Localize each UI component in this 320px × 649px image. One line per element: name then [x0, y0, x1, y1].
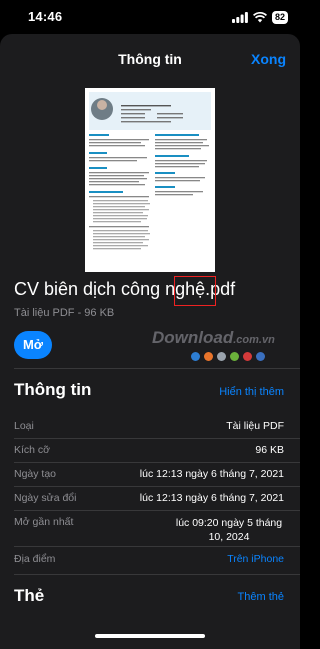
add-tags-link[interactable]: Thêm thẻ — [238, 591, 284, 603]
info-value: lúc 12:13 ngày 6 tháng 7, 2021 — [139, 492, 284, 504]
watermark-logo: Download.com.vn — [152, 328, 275, 348]
divider — [14, 438, 300, 439]
status-time: 14:46 — [28, 9, 63, 24]
divider — [14, 574, 300, 575]
divider — [14, 486, 300, 487]
open-button[interactable]: Mở — [14, 331, 52, 359]
info-label: Ngày tạo — [14, 468, 57, 480]
watermark-main: Download — [152, 328, 234, 347]
watermark-dot — [230, 352, 239, 361]
info-label: Địa điểm — [14, 553, 56, 565]
divider — [14, 368, 300, 369]
status-bar: 14:46 82 — [0, 0, 300, 34]
info-label: Kích cỡ — [14, 444, 51, 456]
location-link[interactable]: Trên iPhone — [227, 553, 284, 565]
info-value: lúc 09:20 ngày 5 tháng 10, 2024 — [175, 517, 283, 543]
watermark-dots — [191, 352, 265, 361]
wifi-icon — [252, 11, 267, 22]
info-section-title: Thông tin — [14, 380, 92, 399]
divider — [14, 510, 300, 511]
tags-section-title: Thẻ — [14, 586, 45, 605]
watermark-suffix: .com.vn — [233, 334, 275, 346]
extension-highlight-box — [174, 276, 216, 306]
info-value: lúc 12:13 ngày 6 tháng 7, 2021 — [139, 468, 284, 480]
divider — [14, 462, 300, 463]
info-value: 96 KB — [255, 444, 284, 456]
status-icons: 82 — [231, 10, 288, 24]
done-button[interactable]: Xong — [251, 51, 286, 67]
info-value: Tài liệu PDF — [226, 420, 284, 432]
document-thumbnail[interactable] — [85, 88, 215, 272]
sheet-header: Thông tin Xong — [0, 34, 300, 84]
watermark-dot — [243, 352, 252, 361]
cv-preview-graphic — [85, 88, 215, 272]
info-sheet: Thông tin Xong CV biên dịch công nghệ.pd… — [0, 34, 300, 649]
document-meta: Tài liệu PDF - 96 KB — [14, 307, 115, 319]
home-indicator — [95, 634, 205, 638]
show-more-link[interactable]: Hiển thị thêm — [219, 386, 284, 398]
info-label: Mở gần nhất — [14, 516, 74, 528]
watermark-dot — [204, 352, 213, 361]
info-label: Loại — [14, 420, 34, 432]
divider — [14, 546, 300, 547]
watermark-dot — [217, 352, 226, 361]
battery-indicator: 82 — [271, 10, 288, 24]
watermark-dot — [191, 352, 200, 361]
signal-icon — [231, 11, 248, 23]
watermark-dot — [256, 352, 265, 361]
info-label: Ngày sửa đổi — [14, 492, 77, 504]
